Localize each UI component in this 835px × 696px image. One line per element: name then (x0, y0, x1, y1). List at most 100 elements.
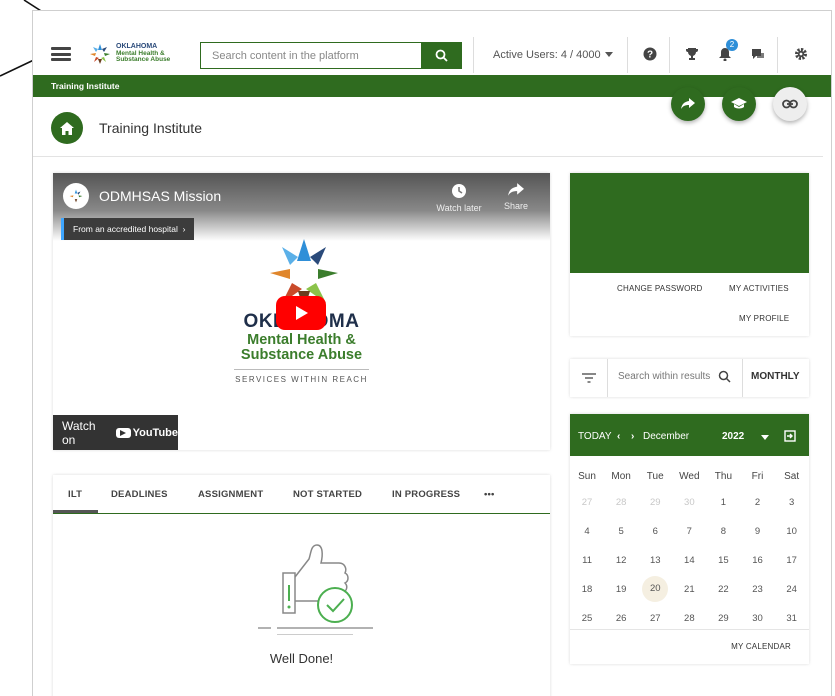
trophy-icon[interactable] (683, 45, 701, 63)
day-cell[interactable]: 1 (706, 497, 740, 508)
tab-in-progress[interactable]: IN PROGRESS (392, 489, 460, 500)
learning-tabs-card: ILT DEADLINES ASSIGNMENT NOT STARTED IN … (53, 475, 550, 696)
active-users-dropdown[interactable]: Active Users: 4 / 4000 (493, 49, 613, 61)
day-cell[interactable]: 27 (570, 497, 604, 508)
day-cell[interactable]: 27 (638, 613, 672, 624)
day-cell[interactable]: 14 (672, 555, 706, 566)
prev-month-chevron-icon[interactable]: ‹ (617, 431, 620, 442)
day-cell[interactable]: 24 (775, 584, 809, 595)
day-cell[interactable]: 30 (672, 497, 706, 508)
calendar-header: TODAY ‹ › December 2022 (570, 414, 809, 456)
day-cell[interactable]: 28 (672, 613, 706, 624)
day-cell[interactable]: 29 (638, 497, 672, 508)
youtube-wordmark: YouTube (132, 426, 178, 439)
my-activities-link[interactable]: MY ACTIVITIES (729, 284, 789, 293)
day-cell[interactable]: 21 (672, 584, 706, 595)
next-month-chevron-icon[interactable]: › (631, 431, 634, 442)
notification-badge: 2 (726, 39, 738, 51)
channel-avatar[interactable] (63, 183, 89, 209)
weekday-row: Sun Mon Tue Wed Thu Fri Sat (570, 464, 809, 488)
share-arrow-icon (508, 183, 524, 196)
top-header: OKLAHOMA Mental Health & Substance Abuse… (33, 11, 831, 75)
day-cell[interactable]: 7 (672, 526, 706, 537)
clock-icon (452, 184, 466, 198)
day-cell[interactable]: 18 (570, 584, 604, 595)
day-cell[interactable]: 29 (706, 613, 740, 624)
search-icon[interactable] (718, 370, 731, 383)
tab-more[interactable]: ••• (484, 489, 495, 500)
thumbs-up-check-illustration (258, 544, 373, 635)
day-cell[interactable]: 13 (638, 555, 672, 566)
chat-icon[interactable] (749, 45, 767, 63)
day-cell[interactable]: 30 (740, 613, 774, 624)
my-profile-link[interactable]: MY PROFILE (739, 314, 789, 323)
day-cell[interactable]: 31 (775, 613, 809, 624)
tab-assignment[interactable]: ASSIGNMENT (198, 489, 263, 500)
day-cell[interactable]: 28 (604, 497, 638, 508)
day-cell[interactable]: 3 (775, 497, 809, 508)
accreditation-chip[interactable]: From an accredited hospital › (61, 218, 195, 240)
day-cell[interactable]: 16 (740, 555, 774, 566)
settings-gear-icon[interactable] (792, 45, 810, 63)
filter-button[interactable] (570, 359, 608, 397)
weekday-label: Tue (646, 470, 664, 482)
day-cell[interactable]: 19 (604, 584, 638, 595)
watch-on-youtube-button[interactable]: Watch on YouTube (53, 415, 178, 450)
day-cell[interactable]: 15 (706, 555, 740, 566)
share-video-button[interactable]: Share (491, 183, 541, 211)
calendar-filter-bar: Search within results MONTHLY (570, 359, 809, 397)
day-cell[interactable]: 11 (570, 555, 604, 566)
tab-bar: ILT DEADLINES ASSIGNMENT NOT STARTED IN … (53, 475, 550, 514)
tab-ilt[interactable]: ILT (68, 489, 82, 500)
view-mode-toggle[interactable]: MONTHLY (751, 371, 800, 382)
home-button[interactable] (51, 112, 83, 144)
day-cell[interactable]: 8 (706, 526, 740, 537)
header-divider (777, 37, 778, 73)
today-day-cell[interactable]: 20 (638, 576, 672, 602)
active-users-label: Active Users: 4 / 4000 (493, 49, 601, 61)
export-icon[interactable] (784, 430, 796, 442)
platform-search-input[interactable] (201, 43, 421, 68)
day-cell[interactable]: 25 (570, 613, 604, 624)
hamburger-menu-icon[interactable] (51, 47, 71, 61)
profile-card: CHANGE PASSWORD MY ACTIVITIES MY PROFILE (570, 173, 809, 336)
help-icon[interactable]: ? (641, 45, 659, 63)
day-cell[interactable]: 6 (638, 526, 672, 537)
filter-divider (742, 359, 743, 397)
day-cell[interactable]: 4 (570, 526, 604, 537)
caret-down-icon[interactable] (761, 435, 769, 441)
day-cell[interactable]: 9 (740, 526, 774, 537)
day-cell[interactable]: 2 (740, 497, 774, 508)
platform-search (200, 42, 462, 69)
video-title[interactable]: ODMHSAS Mission (99, 188, 221, 204)
watch-later-button[interactable]: Watch later (434, 183, 484, 213)
search-icon (435, 49, 448, 62)
search-within-results-input[interactable]: Search within results (618, 371, 710, 382)
calendar-year[interactable]: 2022 (722, 431, 744, 442)
change-password-link[interactable]: CHANGE PASSWORD (617, 284, 703, 293)
day-cell[interactable]: 10 (775, 526, 809, 537)
day-cell[interactable]: 22 (706, 584, 740, 595)
calendar-footer: MY CALENDAR (570, 629, 809, 663)
tab-not-started[interactable]: NOT STARTED (293, 489, 362, 500)
youtube-play-button[interactable] (276, 296, 326, 330)
day-cell[interactable]: 23 (740, 584, 774, 595)
today-button[interactable]: TODAY (578, 431, 612, 442)
header-divider (627, 37, 628, 73)
day-cell[interactable]: 26 (604, 613, 638, 624)
day-cell[interactable]: 5 (604, 526, 638, 537)
search-button[interactable] (421, 43, 461, 68)
tab-deadlines[interactable]: DEADLINES (111, 489, 168, 500)
youtube-video-embed[interactable]: ODMHSAS Mission Watch later Share From a… (53, 173, 550, 450)
logo[interactable]: OKLAHOMA Mental Health & Substance Abuse (87, 43, 170, 65)
day-cell[interactable]: 17 (775, 555, 809, 566)
star-logo-icon (69, 189, 83, 203)
weekday-label: Mon (611, 470, 631, 482)
day-cell[interactable]: 12 (604, 555, 638, 566)
notification-bell-icon[interactable]: 2 (716, 39, 738, 63)
profile-banner (570, 173, 809, 273)
calendar-grid: Sun Mon Tue Wed Thu Fri Sat 27 28 29 30 … (570, 464, 809, 635)
star-logo-icon (90, 44, 110, 64)
my-calendar-link[interactable]: MY CALENDAR (731, 642, 791, 651)
home-icon (60, 121, 74, 135)
